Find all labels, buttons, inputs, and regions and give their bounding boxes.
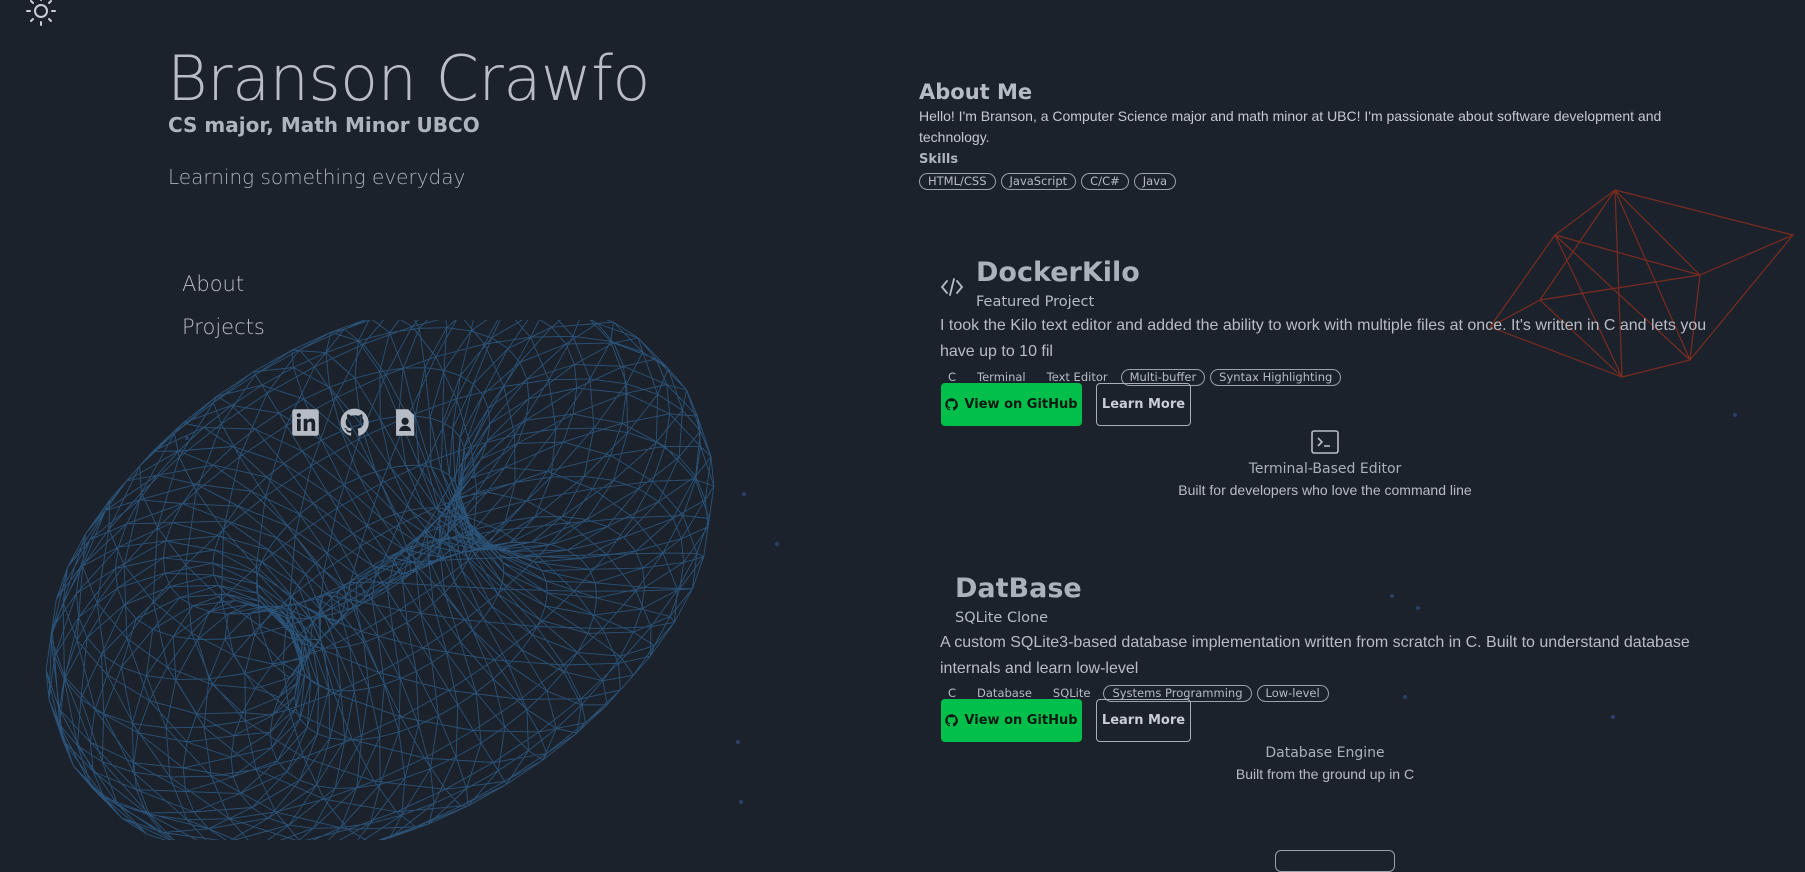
- skills-list: HTML/CSS JavaScript C/C# Java: [919, 170, 1181, 190]
- about-heading: About Me: [919, 80, 1033, 104]
- particle-dot: [736, 740, 740, 744]
- skill-pill: Java: [1133, 173, 1177, 190]
- code-icon: [940, 276, 964, 302]
- linkedin-icon[interactable]: [291, 408, 321, 438]
- project-description: A custom SQLite3-based database implemen…: [940, 634, 1690, 677]
- feature-description: Built for developers who love the comman…: [1178, 482, 1472, 498]
- particle-dot: [1390, 594, 1394, 598]
- view-on-github-button[interactable]: View on GitHub: [941, 383, 1082, 426]
- view-on-github-button[interactable]: View on GitHub: [941, 699, 1082, 742]
- about-text: Hello! I'm Branson, a Computer Science m…: [919, 108, 1662, 145]
- particle-dot: [742, 492, 746, 496]
- theme-toggle-sun-icon[interactable]: [24, 0, 58, 28]
- project-subtitle: SQLite Clone: [955, 610, 1049, 626]
- feature-caption: Terminal-Based Editor: [1248, 461, 1402, 477]
- project-title: DockerKilo: [976, 257, 1140, 288]
- hero-name: Branson Crawfo: [167, 42, 650, 115]
- nav-link-projects[interactable]: Projects: [182, 315, 265, 339]
- nav-link-about[interactable]: About: [182, 272, 244, 296]
- github-icon: [945, 714, 959, 727]
- github-icon: [945, 398, 959, 411]
- project-tag-pill: Low-level: [1256, 685, 1329, 702]
- particle-dot: [185, 436, 189, 440]
- github-button-label: View on GitHub: [964, 713, 1078, 728]
- learn-more-button[interactable]: Learn More: [1096, 383, 1191, 426]
- particle-dot: [1733, 413, 1737, 417]
- github-button-label: View on GitHub: [964, 397, 1078, 412]
- particle-dot: [1611, 715, 1615, 719]
- learn-more-button[interactable]: Learn More: [1096, 699, 1191, 742]
- skill-pill: JavaScript: [1000, 173, 1077, 190]
- hero-subtitle: CS major, Math Minor UBCO: [168, 113, 480, 137]
- particle-dot: [775, 542, 779, 546]
- particle-dot: [1403, 695, 1407, 699]
- project-subtitle: Featured Project: [976, 294, 1095, 310]
- resume-icon[interactable]: [390, 408, 420, 438]
- project-title: DatBase: [955, 573, 1082, 604]
- project-tag-pill: Syntax Highlighting: [1210, 369, 1342, 386]
- hero-tagline: Learning something everyday: [168, 165, 466, 189]
- skills-label: Skills: [919, 152, 959, 167]
- terminal-icon: [1311, 430, 1339, 458]
- particle-dot: [739, 800, 743, 804]
- particle-dot: [1416, 606, 1420, 610]
- skill-pill: HTML/CSS: [919, 173, 996, 190]
- next-section-button[interactable]: [1275, 850, 1395, 872]
- skill-pill: C/C#: [1081, 173, 1129, 190]
- torus-mesh: [45, 320, 715, 840]
- feature-description: Built from the ground up in C: [1235, 766, 1415, 782]
- project-description: I took the Kilo text editor and added th…: [940, 317, 1707, 360]
- github-icon[interactable]: [340, 408, 370, 438]
- torus-wireframe-graphic: [45, 320, 715, 840]
- feature-caption: Database Engine: [1265, 745, 1385, 761]
